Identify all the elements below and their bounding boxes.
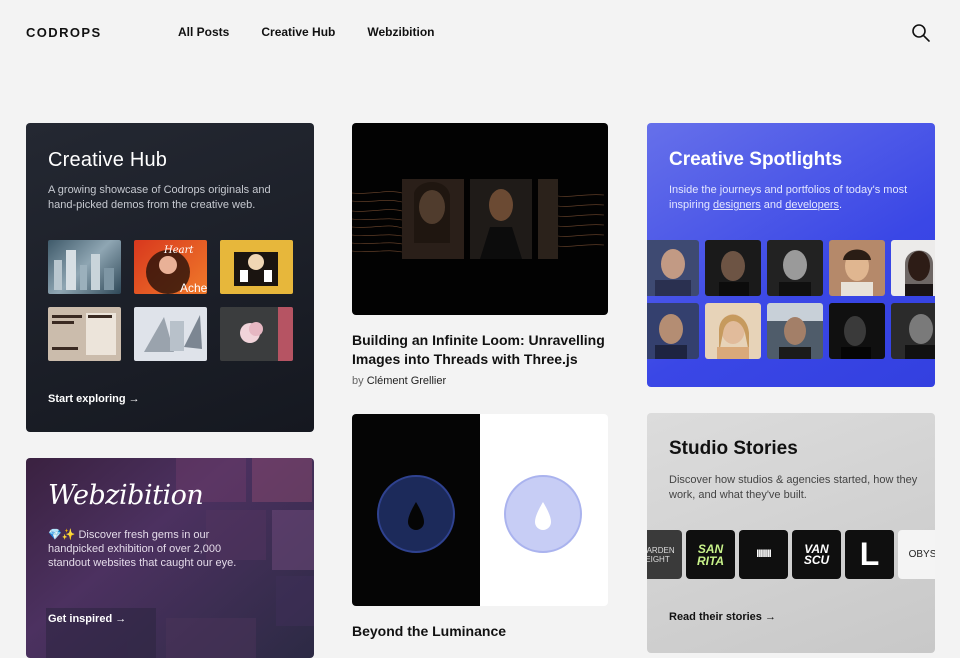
beyond-luminance-title[interactable]: Beyond the Luminance xyxy=(352,622,608,641)
portrait[interactable] xyxy=(767,303,823,359)
studio-logo-obys[interactable]: OBYS xyxy=(898,530,935,579)
portrait[interactable] xyxy=(647,240,699,296)
thumbnail-ache-text: Ache xyxy=(180,281,207,294)
site-header: CODROPS All Posts Creative Hub Webzibiti… xyxy=(0,0,960,66)
portrait[interactable] xyxy=(705,240,761,296)
studio-stories-title: Studio Stories xyxy=(669,438,798,459)
creative-spotlights-card[interactable]: Creative Spotlights Inside the journeys … xyxy=(647,123,935,387)
developers-link[interactable]: developers xyxy=(785,199,839,211)
webzibition-card[interactable]: Webzibition 💎✨ Discover fresh gems in ou… xyxy=(26,458,314,658)
author-link[interactable]: Clément Grellier xyxy=(367,375,446,387)
studio-logo-van-scu[interactable]: VAN SCU xyxy=(792,530,841,579)
creative-hub-title: Creative Hub xyxy=(48,149,168,171)
spotlights-period: . xyxy=(839,199,843,211)
site-logo[interactable]: CODROPS xyxy=(26,25,102,40)
studio-logo-san-rita[interactable]: SAN RITA xyxy=(686,530,735,579)
studio-stories-description: Discover how studios & agencies started,… xyxy=(669,474,918,501)
main-nav: All Posts Creative Hub Webzibition xyxy=(178,25,435,39)
nav-all-posts[interactable]: All Posts xyxy=(178,25,229,39)
studio-logos: GARDEN EIGHT SAN RITA IIIIIII VAN SCU L … xyxy=(647,530,935,579)
portrait[interactable] xyxy=(891,303,935,359)
infinite-loom-image xyxy=(352,179,605,259)
creative-hub-card[interactable]: Creative Hub A growing showcase of Codro… xyxy=(26,123,314,432)
portrait[interactable] xyxy=(829,240,885,296)
start-exploring-link[interactable]: Start exploring → xyxy=(48,393,140,405)
thumbnail-geometric[interactable] xyxy=(134,307,207,361)
infinite-loom-byline: by Clément Grellier xyxy=(352,375,446,387)
thumbnail-city[interactable] xyxy=(48,240,121,294)
get-inspired-link[interactable]: Get inspired → xyxy=(48,613,126,625)
thumbnail-portrait-frames[interactable] xyxy=(220,240,293,294)
infinite-loom-title[interactable]: Building an Infinite Loom: Unravelling I… xyxy=(352,331,608,369)
portrait[interactable] xyxy=(767,240,823,296)
portrait-grid xyxy=(647,240,935,366)
spotlights-and-text: and xyxy=(760,199,786,211)
thumbnail-flower[interactable] xyxy=(220,307,293,361)
thumbnail-magazine[interactable] xyxy=(48,307,121,361)
thumbnail-heart-ache[interactable]: Heart Ache xyxy=(134,240,207,294)
webzibition-title: Webzibition xyxy=(48,480,204,511)
nav-creative-hub[interactable]: Creative Hub xyxy=(261,25,335,39)
search-icon[interactable] xyxy=(911,23,931,43)
nav-webzibition[interactable]: Webzibition xyxy=(367,25,434,39)
webzibition-description: 💎✨ Discover fresh gems in our handpicked… xyxy=(48,529,237,569)
studio-logo-bars[interactable]: IIIIIII xyxy=(739,530,788,579)
studio-stories-card[interactable]: Studio Stories Discover how studios & ag… xyxy=(647,413,935,653)
portrait[interactable] xyxy=(705,303,761,359)
studio-logo-l[interactable]: L xyxy=(845,530,894,579)
creative-spotlights-title: Creative Spotlights xyxy=(669,149,843,170)
infinite-loom-thumbnail[interactable] xyxy=(352,123,608,315)
thumbnail-heart-text: Heart xyxy=(163,245,194,256)
creative-hub-description: A growing showcase of Codrops originals … xyxy=(48,184,271,211)
portrait[interactable] xyxy=(891,240,935,296)
byline-prefix: by xyxy=(352,375,364,387)
read-their-stories-link[interactable]: Read their stories → xyxy=(669,611,776,623)
beyond-luminance-thumbnail[interactable] xyxy=(352,414,608,606)
creative-spotlights-description: Inside the journeys and portfolios of to… xyxy=(669,183,919,213)
studio-logo-garden-eight[interactable]: GARDEN EIGHT xyxy=(647,530,682,579)
portrait[interactable] xyxy=(647,303,699,359)
designers-link[interactable]: designers xyxy=(713,199,761,211)
beyond-luminance-image xyxy=(352,414,608,606)
creative-hub-thumbnails: Heart Ache xyxy=(48,240,293,361)
portrait[interactable] xyxy=(829,303,885,359)
